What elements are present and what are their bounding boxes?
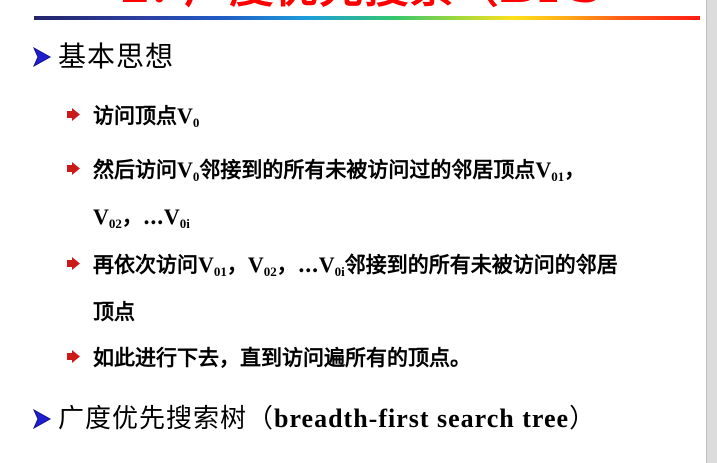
section-heading: 广度优先搜索树（breadth-first search tree）: [58, 400, 596, 438]
section-arrow-icon: [32, 408, 52, 430]
bullet-arrow-icon: [67, 108, 80, 121]
bullet-text: ，…: [276, 252, 319, 277]
window-edge: [706, 0, 717, 463]
bullet-item: 访问顶点V0: [66, 96, 706, 143]
bullet-text: ，…: [121, 204, 164, 229]
vertex-label: V: [93, 204, 109, 229]
section-bfs-tree: 广度优先搜索树（breadth-first search tree）: [32, 400, 596, 438]
vertex-subscript: 01: [213, 264, 227, 279]
vertex-subscript: 02: [108, 216, 122, 231]
title-gradient-bar: [34, 16, 700, 20]
vertex-label: V: [163, 204, 180, 229]
slide-title-text: 2. 广度优先搜索（BFS）: [120, 0, 600, 10]
vertex-label: V: [318, 252, 335, 277]
bullet-item: 然后访问V0邻接到的所有未被访问过的邻居顶点V01， V02，…V0i: [66, 150, 706, 244]
section-heading-end: ）: [569, 404, 597, 434]
bullet-text: 访问顶点: [93, 103, 177, 128]
bullet-text: 再依次访问: [93, 252, 198, 277]
section-arrow-icon: [32, 46, 52, 68]
section-heading-cn: 广度优先搜索树（: [58, 404, 275, 434]
bullet-text: 邻接到的所有未被访问的邻居: [344, 252, 618, 277]
bullet-item: 再依次访问V01，V02，…V0i邻接到的所有未被访问的邻居 顶点: [66, 245, 706, 332]
slide-title: 2. 广度优先搜索（BFS）: [120, 0, 600, 10]
bullet-text: ，: [564, 157, 586, 182]
bullet-arrow-icon: [67, 162, 80, 175]
vertex-subscript: 02: [263, 264, 277, 279]
vertex-subscript: 01: [551, 169, 565, 184]
vertex-label: V: [198, 252, 214, 277]
vertex-label: V: [177, 103, 193, 128]
bullet-arrow-icon: [67, 257, 80, 270]
vertex-subscript: 0: [192, 115, 200, 130]
section-heading: 基本思想: [58, 40, 175, 73]
bullet-text: 然后访问: [93, 157, 177, 182]
bullet-text: 邻接到的所有未被访问过的邻居顶点: [199, 157, 536, 182]
bullet-text: 顶点: [93, 299, 135, 324]
section-heading-en: breadth-first search tree: [274, 404, 570, 433]
vertex-subscript: 0i: [334, 264, 345, 279]
vertex-subscript: 0i: [179, 216, 190, 231]
vertex-label: V: [535, 157, 552, 182]
bullet-arrow-icon: [67, 350, 80, 363]
bullet-text: 如此进行下去，直到访问遍所有的顶点。: [93, 345, 471, 370]
bullet-text: ，: [226, 252, 248, 277]
vertex-label: V: [247, 252, 264, 277]
section-basic-idea: 基本思想: [32, 38, 174, 76]
vertex-label: V: [177, 157, 193, 182]
bullet-item: 如此进行下去，直到访问遍所有的顶点。: [66, 338, 706, 378]
